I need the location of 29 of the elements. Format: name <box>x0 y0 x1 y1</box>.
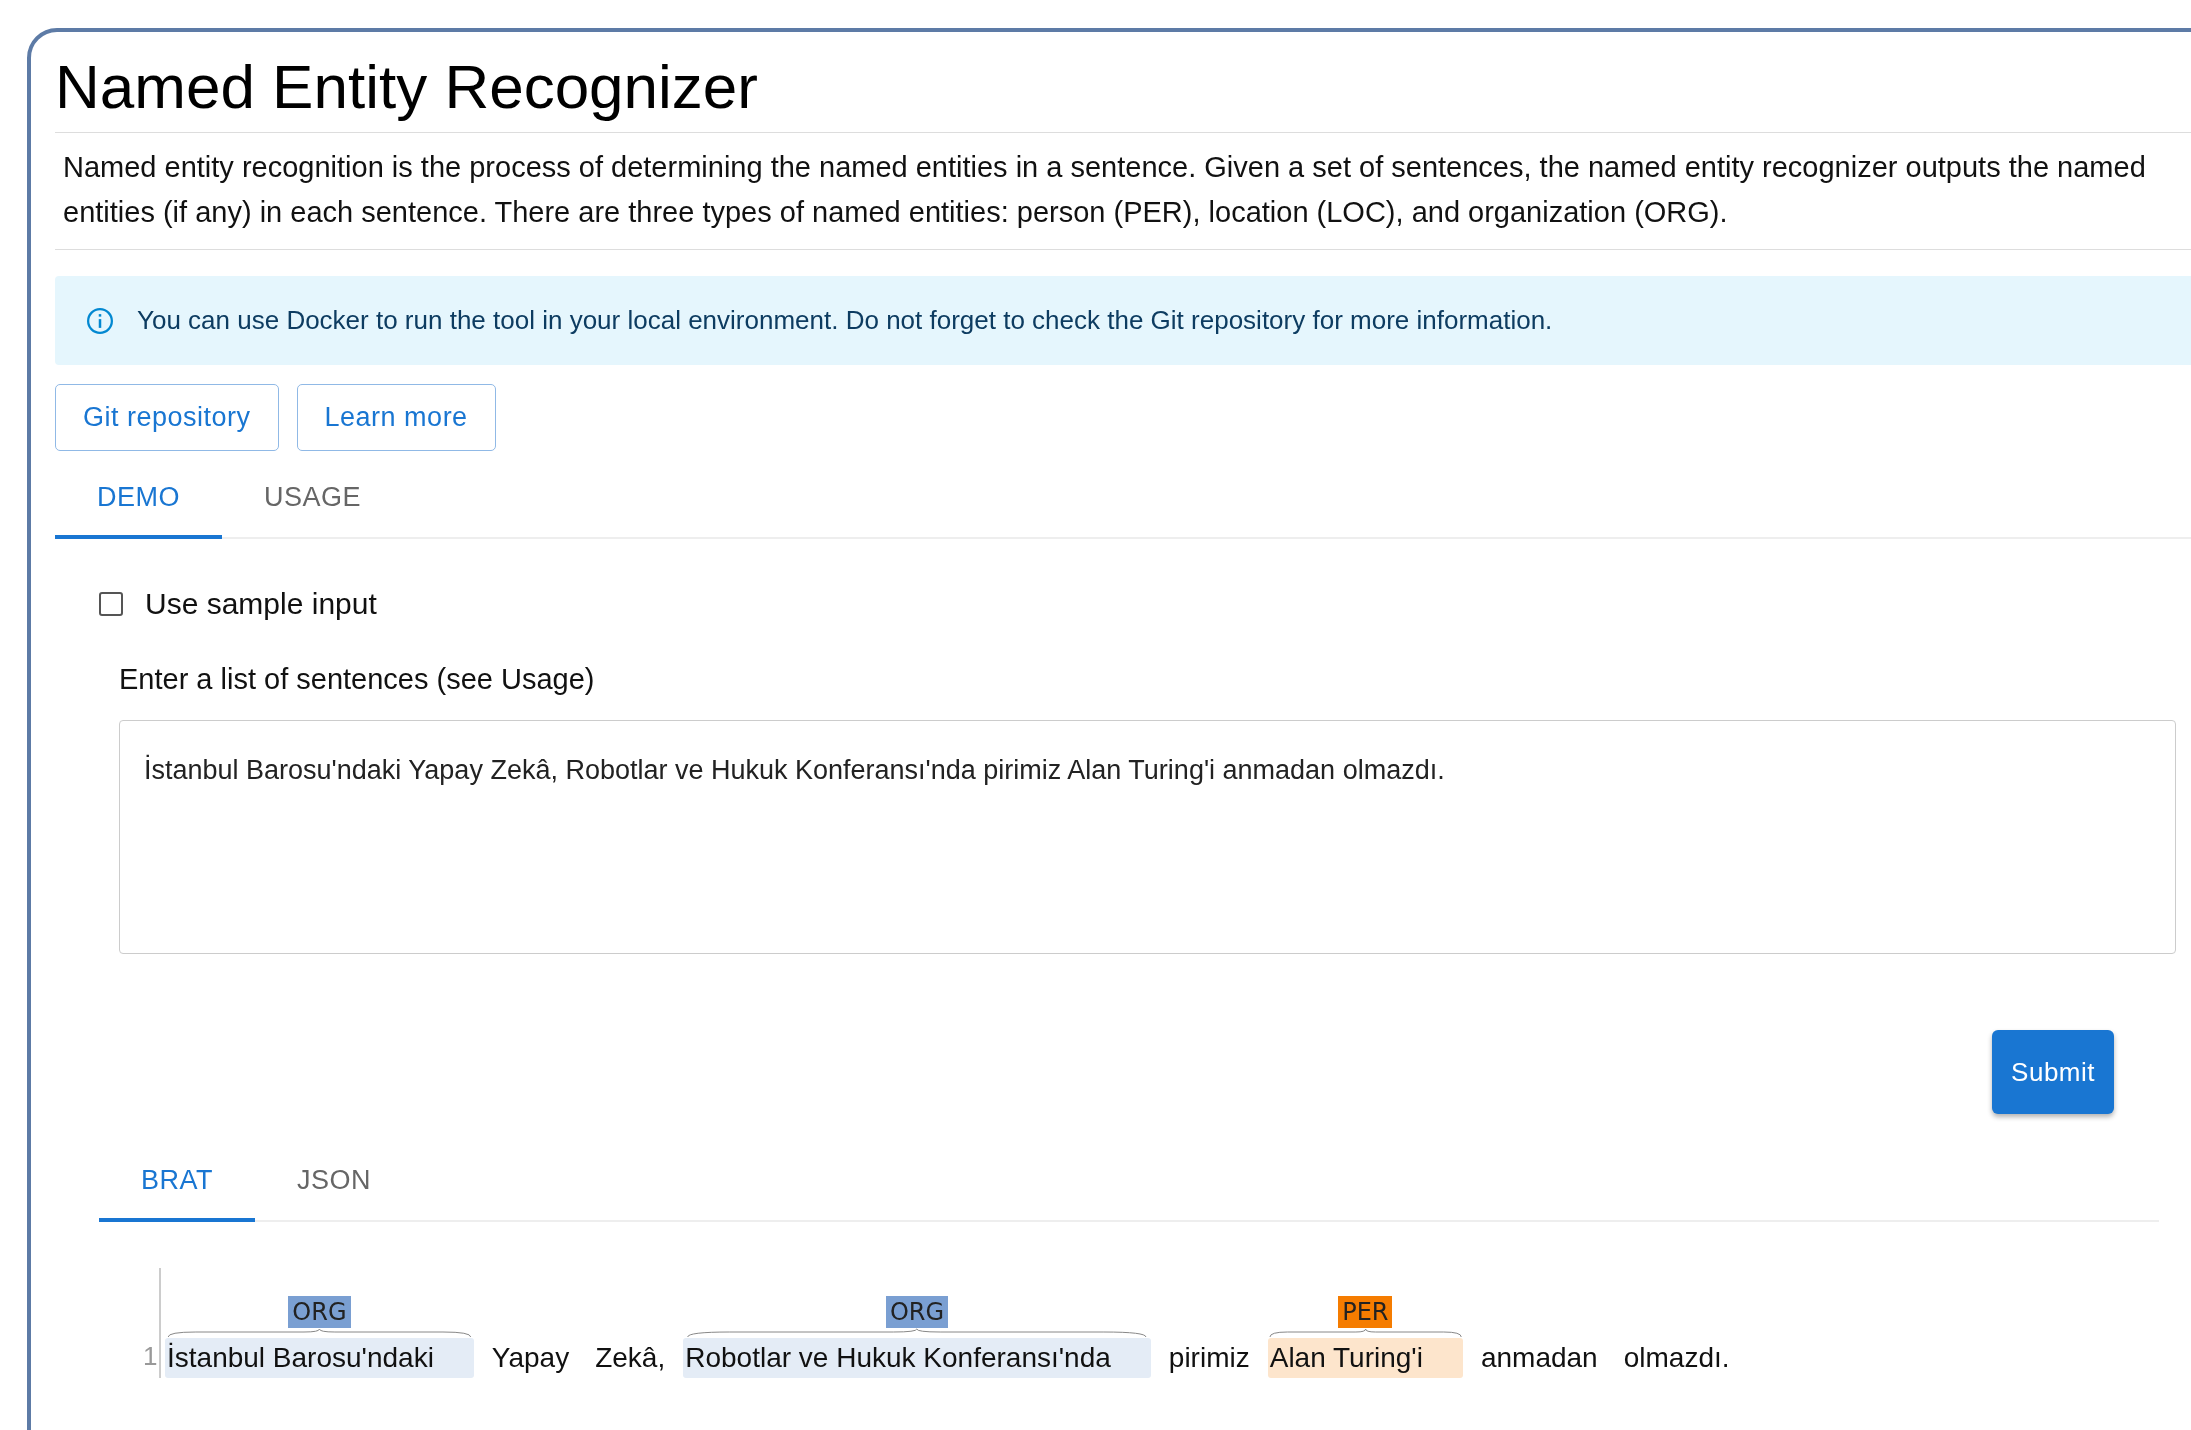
sentences-input-field[interactable]: İstanbul Barosu'ndaki Yapay Zekâ, Robotlar ve Hukuk Konferansı'nda pirimiz Alan Turing'i anmadan olmazdı. <box>119 720 2176 954</box>
link-button[interactable]: Learn more <box>296 384 496 451</box>
checkbox-label: Use sample input <box>145 587 377 621</box>
token-text: Yapay <box>491 1342 570 1373</box>
alert-text: You can use Docker to run the tool in your local environment. Do not forget to check the Git repository for more information. <box>137 305 1553 336</box>
entity-label: ORG <box>288 1296 351 1328</box>
line-number: 1 <box>143 1341 158 1373</box>
token-text: anmadan <box>1480 1342 1598 1373</box>
link-button[interactable]: Git repository <box>55 384 279 451</box>
entity-label: ORG <box>885 1296 949 1328</box>
page-title: Named Entity Recognizer <box>55 52 759 122</box>
tab[interactable]: USAGE <box>222 459 404 539</box>
checkbox[interactable] <box>99 592 123 616</box>
input-label: Enter a list of sentences (see Usage) <box>119 663 596 696</box>
token-text: Zekâ, <box>595 1342 666 1373</box>
description-text: Named entity recognition is the process of determining the named entities in a sentence. Given a set of sentences, the named entity recognizer outputs the named entities (if any) in each sentence. There are three types of named entities: person (PER), location (LOC), and organization (ORG). <box>63 150 2147 230</box>
info-icon <box>85 305 115 336</box>
brace-icon <box>165 1328 474 1338</box>
entity-span: Robotlar ve Hukuk Konferansı'nda <box>683 1338 1151 1378</box>
entity-span: İstanbul Barosu'ndaki <box>165 1338 474 1378</box>
entity-label: PER <box>1338 1296 1393 1328</box>
entity-span: Alan Turing'i <box>1267 1338 1463 1378</box>
brace-icon <box>1267 1328 1463 1338</box>
tab[interactable]: JSON <box>255 1142 414 1222</box>
token-text: pirimiz <box>1168 1342 1250 1373</box>
submit-button[interactable]: Submit <box>1992 1030 2114 1114</box>
token-text: olmazdı. <box>1623 1342 1730 1373</box>
tab[interactable]: DEMO <box>55 459 222 539</box>
tab[interactable]: BRAT <box>99 1142 255 1222</box>
